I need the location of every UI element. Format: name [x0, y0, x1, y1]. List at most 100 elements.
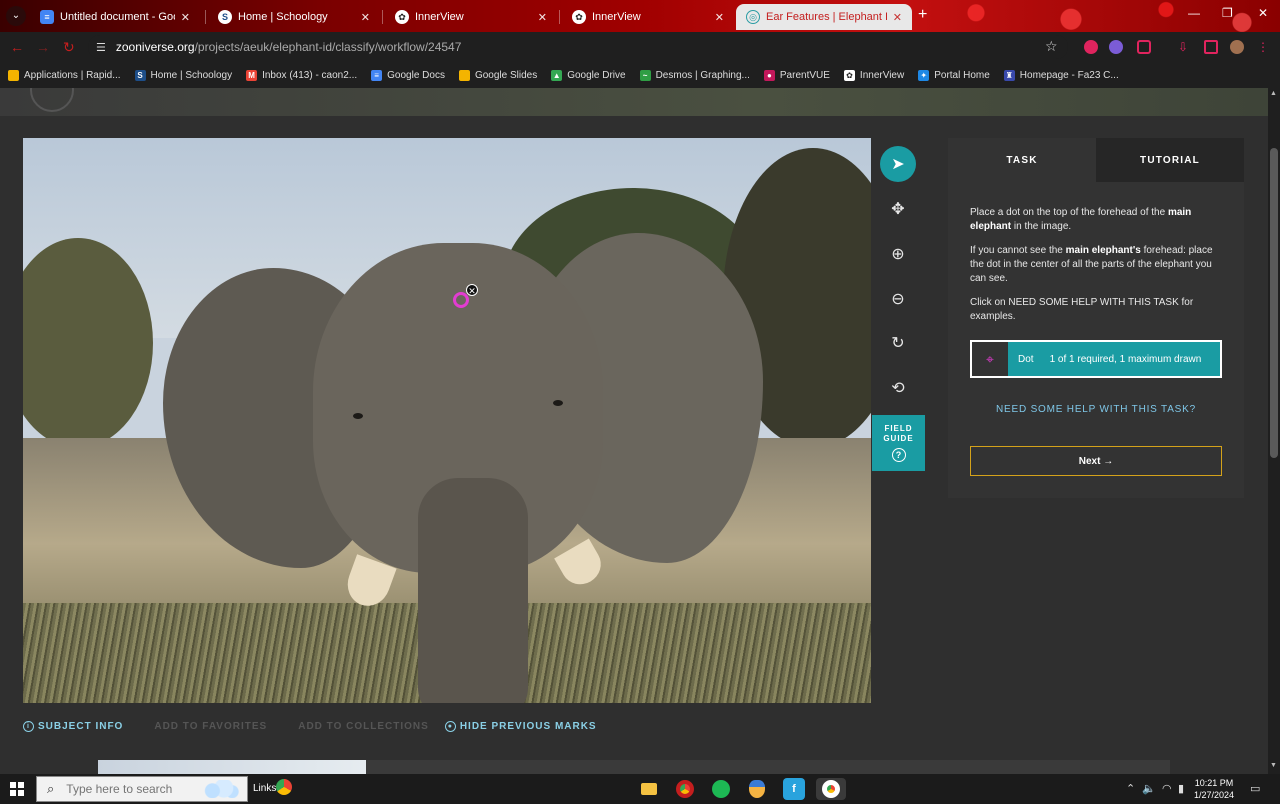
- subject-info-link[interactable]: i SUBJECT INFO: [23, 721, 123, 732]
- scroll-down-icon[interactable]: ▼: [1270, 762, 1277, 769]
- spotify-icon[interactable]: [710, 778, 732, 800]
- rotate-icon[interactable]: ↻: [880, 325, 916, 361]
- add-to-favorites-link[interactable]: ADD TO FAVORITES: [139, 721, 267, 732]
- dot-tool-option[interactable]: ⌖ Dot 1 of 1 required, 1 maximum drawn: [970, 340, 1222, 378]
- tray-overflow-icon[interactable]: ⌃: [1126, 782, 1135, 795]
- bookmark-item[interactable]: Applications | Rapid...: [8, 69, 121, 81]
- tab-label: InnerView: [592, 11, 641, 23]
- windows-start-icon[interactable]: [10, 782, 24, 796]
- next-button[interactable]: Next →: [970, 446, 1222, 476]
- close-icon[interactable]: ✕: [361, 11, 370, 24]
- side-panel-icon[interactable]: [1204, 40, 1218, 54]
- project-header-strip: [0, 88, 1268, 116]
- bookmark-item[interactable]: ≡ Google Docs: [371, 69, 445, 81]
- bookmark-item[interactable]: ✿ InnerView: [843, 69, 904, 81]
- scroll-up-icon[interactable]: ▲: [1270, 90, 1277, 97]
- chrome-active-icon[interactable]: [816, 778, 846, 800]
- field-guide-label-2: GUIDE: [883, 434, 914, 443]
- remove-mark-icon[interactable]: ✕: [466, 284, 478, 296]
- medal-app-icon[interactable]: [746, 778, 768, 800]
- instruction-paragraph: Place a dot on the top of the forehead o…: [970, 207, 1192, 232]
- hide-previous-marks-link[interactable]: ● HIDE PREVIOUS MARKS: [444, 721, 597, 732]
- links-toolbar[interactable]: Links: [253, 783, 276, 794]
- field-guide-button[interactable]: FIELD GUIDE ?: [872, 415, 925, 471]
- close-icon[interactable]: ✕: [715, 11, 724, 24]
- menu-kebab-icon[interactable]: ⋮: [1257, 40, 1271, 54]
- bookmark-label: Google Drive: [567, 69, 626, 81]
- minimize-button[interactable]: —: [1188, 6, 1200, 20]
- move-icon[interactable]: ✥: [880, 191, 916, 227]
- volume-icon[interactable]: 🔈: [1142, 782, 1156, 795]
- bookmark-item[interactable]: ~ Desmos | Graphing...: [639, 69, 750, 81]
- taskbar-search-input[interactable]: [66, 782, 187, 796]
- innerview-icon: ✿: [395, 10, 409, 24]
- tab-label: InnerView: [415, 11, 464, 23]
- tab-task[interactable]: TASK: [948, 138, 1096, 182]
- reset-icon[interactable]: ⟲: [880, 370, 916, 406]
- add-to-collections-link[interactable]: ADD TO COLLECTIONS: [283, 721, 429, 732]
- close-window-button[interactable]: ✕: [1258, 6, 1268, 20]
- bookmark-label: Inbox (413) - caon2...: [262, 69, 358, 81]
- zoom-in-icon[interactable]: ⊕: [880, 236, 916, 272]
- bookmark-item[interactable]: Google Slides: [458, 69, 537, 81]
- close-icon[interactable]: ✕: [181, 11, 190, 24]
- taskbar-search[interactable]: ⌕: [36, 776, 248, 802]
- bookmark-item[interactable]: ♜ Homepage - Fa23 C...: [1003, 69, 1119, 81]
- url-domain: zooniverse.org: [115, 40, 195, 54]
- bookmark-item[interactable]: ✦ Portal Home: [918, 69, 990, 81]
- tab-search-button[interactable]: ⌄: [6, 6, 26, 26]
- close-icon[interactable]: ✕: [893, 11, 902, 24]
- tab-google-docs[interactable]: ≡ Untitled document - Google Do ✕: [30, 4, 200, 30]
- bookmark-item[interactable]: ● ParentVUE: [763, 69, 830, 81]
- zooniverse-page: ✕ ➤ ✥ ⊕ ⊖ ↻ ⟲ FIELD GUIDE ? TASK TUTORIA…: [0, 88, 1268, 774]
- dot-mark[interactable]: [453, 292, 469, 308]
- site-info-icon[interactable]: ☰: [96, 41, 106, 54]
- address-bar[interactable]: ☰ zooniverse.org /projects/aeuk/elephant…: [88, 35, 1068, 59]
- microphone-icon[interactable]: ▮: [1178, 782, 1184, 795]
- reload-icon[interactable]: ↻: [63, 39, 75, 56]
- download-icon[interactable]: ⇩: [1178, 40, 1192, 54]
- bookmark-favicon-icon: ✿: [843, 69, 855, 81]
- extension-icon[interactable]: [1084, 40, 1098, 54]
- weather-icon[interactable]: [201, 780, 239, 798]
- bookmark-item[interactable]: S Home | Schoology: [134, 69, 232, 81]
- page-scrollbar[interactable]: ▲ ▼: [1268, 88, 1280, 774]
- subject-thumbnail[interactable]: [98, 760, 366, 774]
- restore-button[interactable]: ❐: [1222, 6, 1233, 20]
- bookmark-item[interactable]: M Inbox (413) - caon2...: [246, 69, 358, 81]
- taskbar-clock[interactable]: 10:21 PM 1/27/2024: [1194, 777, 1234, 801]
- zoom-out-icon[interactable]: ⊖: [880, 281, 916, 317]
- notifications-icon[interactable]: ▭: [1250, 782, 1260, 795]
- url-path: /projects/aeuk/elephant-id/classify/work…: [194, 40, 462, 54]
- bookmark-item[interactable]: ▲ Google Drive: [551, 69, 626, 81]
- subject-actions: i SUBJECT INFO ADD TO FAVORITES ADD TO CO…: [23, 721, 613, 732]
- bookmark-star-icon[interactable]: ☆: [1045, 38, 1058, 55]
- tab-zooniverse-active[interactable]: ◎ Ear Features | Elephant ID | Zo ✕: [736, 4, 912, 30]
- chrome-icon[interactable]: [276, 779, 292, 795]
- extension-puzzle-icon[interactable]: [1137, 40, 1151, 54]
- subject-image-viewer[interactable]: ✕: [23, 138, 871, 703]
- tab-schoology[interactable]: S Home | Schoology ✕: [208, 4, 380, 30]
- scrollbar-thumb[interactable]: [1270, 148, 1278, 458]
- close-icon[interactable]: ✕: [538, 11, 547, 24]
- instruction-paragraph: If you cannot see the main elephant's fo…: [970, 245, 1213, 284]
- info-icon: i: [23, 721, 34, 732]
- tab-innerview-2[interactable]: ✿ InnerView ✕: [562, 4, 734, 30]
- tab-innerview-1[interactable]: ✿ InnerView ✕: [385, 4, 557, 30]
- forward-arrow-icon[interactable]: →: [36, 39, 50, 55]
- back-arrow-icon[interactable]: ←: [10, 39, 24, 55]
- chrome-profile-icon[interactable]: [674, 778, 696, 800]
- new-tab-button[interactable]: +: [918, 6, 927, 24]
- pointer-icon[interactable]: ➤: [880, 146, 916, 182]
- tab-tutorial[interactable]: TUTORIAL: [1096, 138, 1244, 182]
- file-explorer-icon[interactable]: [638, 778, 660, 800]
- project-avatar[interactable]: [30, 88, 74, 112]
- need-help-link[interactable]: NEED SOME HELP WITH THIS TASK?: [970, 404, 1222, 415]
- app-f-icon[interactable]: f: [783, 778, 805, 800]
- bookmark-favicon-icon: ≡: [371, 69, 383, 81]
- wifi-icon[interactable]: ◠: [1162, 782, 1172, 795]
- left-eye: [353, 413, 363, 419]
- docs-icon: ≡: [40, 10, 54, 24]
- profile-avatar[interactable]: [1230, 40, 1244, 54]
- extension-icon[interactable]: [1109, 40, 1123, 54]
